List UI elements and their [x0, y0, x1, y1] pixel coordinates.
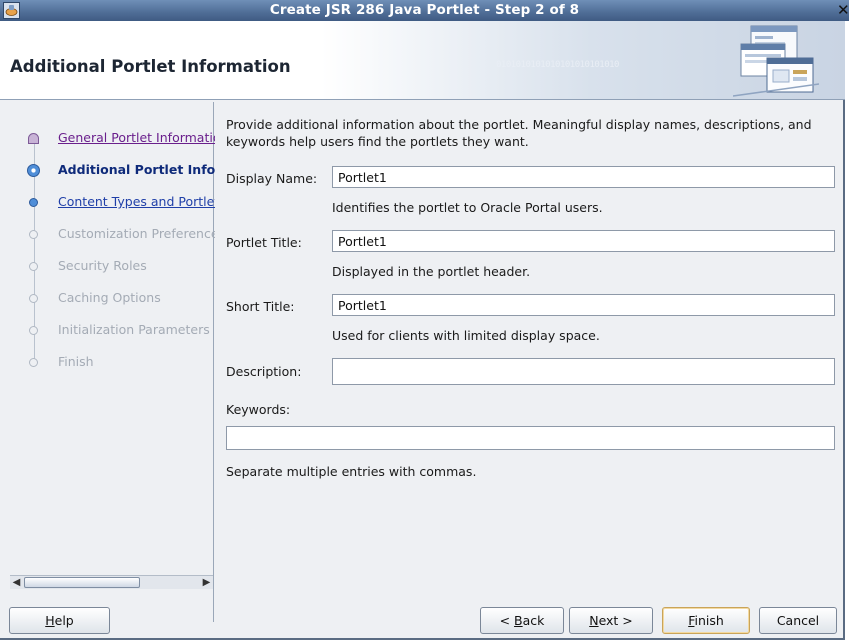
page-title: Additional Portlet Information [10, 57, 291, 76]
description-label: Description: [226, 364, 302, 379]
step-label: Finish [58, 354, 94, 369]
short-title-hint: Used for clients with limited display sp… [332, 328, 600, 343]
keywords-field[interactable] [226, 426, 835, 450]
step-dot-icon [29, 230, 38, 239]
help-button[interactable]: Help [9, 607, 110, 634]
scroll-thumb[interactable] [24, 577, 140, 588]
keywords-hint: Separate multiple entries with commas. [226, 464, 477, 479]
scroll-left-icon[interactable]: ◀ [10, 576, 23, 589]
cancel-button[interactable]: Cancel [759, 607, 837, 634]
portlet-title-label: Portlet Title: [226, 235, 302, 250]
binary-decoration: 0101010101010101010101010 [496, 60, 619, 70]
window-title: Create JSR 286 Java Portlet - Step 2 of … [269, 2, 580, 18]
intro-text: Provide additional information about the… [226, 117, 812, 149]
step-label: Caching Options [58, 290, 161, 305]
step-general-portlet-information[interactable]: General Portlet Information [25, 129, 215, 149]
portlet-title-hint: Displayed in the portlet header. [332, 264, 531, 279]
step-caching-options: Caching Options [25, 289, 215, 309]
step-label: Initialization Parameters [58, 322, 210, 337]
current-step-icon [27, 164, 40, 177]
step-security-roles: Security Roles [25, 257, 215, 277]
step-additional-portlet-information[interactable]: Additional Portlet Information [25, 161, 215, 181]
description-field[interactable] [332, 358, 835, 385]
step-dot-icon [29, 294, 38, 303]
step-dot-icon [29, 262, 38, 271]
form-panel: Provide additional information about the… [226, 102, 838, 602]
step-dot-icon [29, 326, 38, 335]
short-title-field[interactable] [332, 294, 835, 316]
scroll-right-icon[interactable]: ▶ [200, 576, 213, 589]
steps-horizontal-scrollbar[interactable]: ◀ ▶ [10, 575, 213, 589]
step-dot-icon [29, 198, 38, 207]
step-content-types[interactable]: Content Types and Portlet Modes [25, 193, 215, 213]
step-finish: Finish [25, 353, 215, 373]
step-label: Security Roles [58, 258, 147, 273]
wizard-header: Additional Portlet Information 010101010… [0, 21, 845, 100]
next-button[interactable]: Next > [569, 607, 653, 634]
steps-navigation: General Portlet Information Additional P… [10, 102, 215, 622]
step-dot-icon [29, 358, 38, 367]
display-name-hint: Identifies the portlet to Oracle Portal … [332, 200, 603, 215]
finish-button[interactable]: Finish [662, 607, 750, 634]
step-customization-preferences: Customization Preferences [25, 225, 215, 245]
step-label: Customization Preferences [58, 226, 215, 241]
step-label: General Portlet Information [58, 130, 215, 145]
step-initialization-parameters: Initialization Parameters [25, 321, 215, 341]
display-name-field[interactable] [332, 166, 835, 188]
window-illustration-icon [733, 25, 819, 97]
back-button[interactable]: < Back [480, 607, 564, 634]
visited-step-icon [28, 133, 39, 144]
wizard-dialog: Create JSR 286 Java Portlet - Step 2 of … [0, 0, 849, 640]
portlet-title-field[interactable] [332, 230, 835, 252]
keywords-label: Keywords: [226, 402, 291, 417]
close-icon[interactable]: ✕ [837, 1, 849, 20]
display-name-label: Display Name: [226, 171, 318, 186]
short-title-label: Short Title: [226, 299, 295, 314]
title-bar[interactable]: Create JSR 286 Java Portlet - Step 2 of … [0, 0, 849, 21]
step-label: Additional Portlet Information [58, 162, 215, 177]
step-label: Content Types and Portlet Modes [58, 194, 215, 209]
